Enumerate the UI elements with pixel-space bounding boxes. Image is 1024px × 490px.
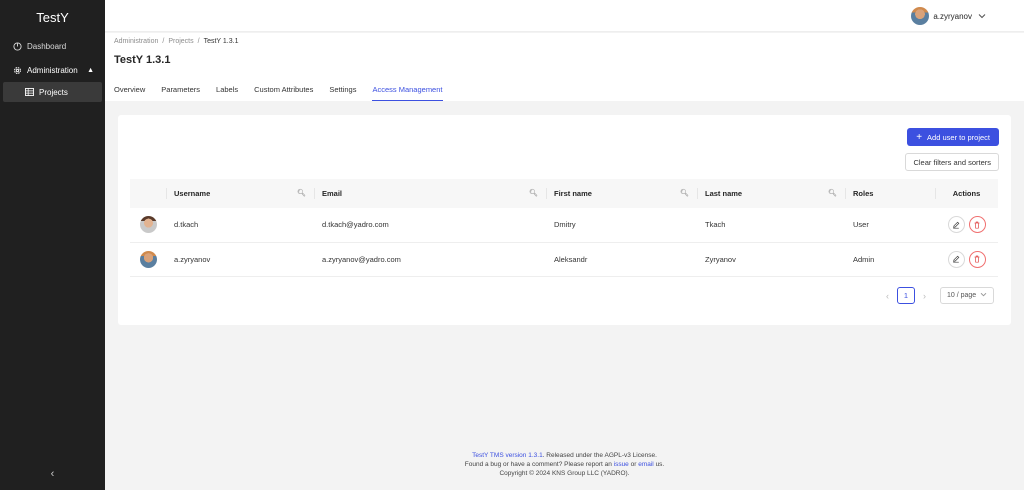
page-size-select[interactable]: 10 / page	[940, 287, 994, 304]
trash-icon	[974, 255, 980, 263]
avatar	[139, 216, 157, 234]
search-icon[interactable]: 🔍︎	[297, 189, 306, 197]
app-logo[interactable]: TestY	[0, 0, 105, 34]
cell-email: d.tkach@yadro.com	[314, 208, 546, 243]
avatar-cell	[130, 242, 166, 277]
table-icon	[25, 88, 34, 97]
delete-button[interactable]	[968, 216, 986, 234]
next-page-button[interactable]: ›	[923, 291, 926, 301]
chevron-left-icon: ‹	[50, 468, 55, 480]
prev-page-button[interactable]: ‹	[886, 291, 889, 301]
tab-settings[interactable]: Settings	[329, 85, 356, 101]
avatar-column-header	[130, 179, 166, 208]
search-icon[interactable]: 🔍︎	[828, 189, 837, 197]
tab-access-management[interactable]: Access Management	[372, 85, 443, 101]
chevron-down-icon	[978, 12, 986, 21]
cell-actions	[935, 242, 998, 277]
cell-first-name: Dmitry	[546, 208, 697, 243]
sidebar-item-label: Projects	[39, 87, 68, 97]
cell-username: d.tkach	[166, 208, 314, 243]
tab-bar: Overview Parameters Labels Custom Attrib…	[114, 85, 459, 101]
column-header-roles: Roles	[845, 179, 935, 208]
pencil-icon	[953, 255, 960, 263]
breadcrumb-separator: /	[162, 38, 165, 45]
footer-line-2: Found a bug or have a comment? Please re…	[464, 461, 665, 468]
pencil-icon	[953, 221, 960, 229]
sidebar-item-administration[interactable]: Administration ▲	[0, 59, 105, 81]
sidebar-item-label: Administration	[27, 65, 78, 75]
table-row: d.tkach d.tkach@yadro.com Dmitry Tkach U…	[130, 208, 998, 243]
edit-button[interactable]	[947, 216, 965, 234]
pagination: ‹ 1 › 10 / page	[878, 287, 994, 304]
cell-actions	[935, 208, 998, 243]
add-user-button[interactable]: + Add user to project	[907, 128, 999, 146]
sidebar-item-dashboard[interactable]: Dashboard	[0, 35, 105, 57]
clear-filters-button[interactable]: Clear filters and sorters	[905, 153, 999, 171]
breadcrumb-projects[interactable]: Projects	[168, 38, 193, 45]
cell-last-name: Tkach	[697, 208, 845, 243]
top-bar: a.zyryanov	[105, 0, 1024, 32]
page-header: Administration / Projects / TestY 1.3.1 Test…	[105, 33, 1024, 101]
collapse-sidebar-button[interactable]: ‹	[0, 468, 105, 480]
search-icon[interactable]: 🔍︎	[529, 189, 538, 197]
page-number[interactable]: 1	[897, 287, 915, 304]
sidebar-item-label: Dashboard	[27, 41, 67, 51]
user-name: a.zyryanov	[933, 11, 972, 21]
access-management-card: + Add user to project Clear filters and …	[118, 115, 1011, 325]
avatar-cell	[130, 208, 166, 243]
avatar	[139, 250, 157, 268]
users-table: Username 🔍︎ Email 🔍︎ First name 🔍︎ Last nam…	[130, 179, 998, 277]
sidebar: TestY Dashboard Administration ▲ Project…	[0, 0, 105, 490]
tab-labels[interactable]: Labels	[216, 85, 238, 101]
table-header-row: Username 🔍︎ Email 🔍︎ First name 🔍︎ Last nam…	[130, 179, 998, 208]
column-header-email[interactable]: Email 🔍︎	[314, 179, 546, 208]
footer-line-1: TestY TMS version 1.3.1. Released under …	[472, 452, 657, 459]
avatar	[911, 7, 930, 25]
tab-parameters[interactable]: Parameters	[161, 85, 200, 101]
version-link[interactable]: TestY TMS version 1.3.1	[472, 452, 543, 459]
cell-role: User	[845, 208, 935, 243]
tab-overview[interactable]: Overview	[114, 85, 145, 101]
column-header-first-name[interactable]: First name 🔍︎	[546, 179, 697, 208]
breadcrumb-current: TestY 1.3.1	[203, 38, 239, 45]
table-row: a.zyryanov a.zyryanov@yadro.com Aleksand…	[130, 242, 998, 277]
edit-button[interactable]	[947, 250, 965, 268]
cell-email: a.zyryanov@yadro.com	[314, 242, 546, 277]
cell-first-name: Aleksandr	[546, 242, 697, 277]
chevron-down-icon	[980, 292, 987, 299]
trash-icon	[974, 221, 980, 229]
user-menu[interactable]: a.zyryanov	[911, 7, 986, 25]
chevron-up-icon: ▲	[87, 66, 94, 74]
footer: TestY TMS version 1.3.1. Released under …	[105, 451, 1024, 478]
column-header-last-name[interactable]: Last name 🔍︎	[697, 179, 845, 208]
cell-role: Admin	[845, 242, 935, 277]
page-title: TestY 1.3.1	[114, 54, 171, 66]
column-header-actions: Actions	[935, 179, 998, 208]
breadcrumb-separator: /	[197, 38, 200, 45]
column-header-username[interactable]: Username 🔍︎	[166, 179, 314, 208]
page-size-value: 10 / page	[947, 292, 977, 299]
breadcrumb: Administration / Projects / TestY 1.3.1	[114, 38, 238, 45]
dashboard-icon	[13, 41, 22, 51]
issue-link[interactable]: issue	[614, 461, 629, 468]
footer-line-3: Copyright © 2024 KNS Group LLC (YADRO).	[499, 470, 630, 477]
delete-button[interactable]	[968, 250, 986, 268]
sidebar-item-projects[interactable]: Projects	[3, 82, 102, 102]
email-link[interactable]: email	[638, 461, 654, 468]
cell-username: a.zyryanov	[166, 242, 314, 277]
breadcrumb-administration[interactable]: Administration	[114, 38, 158, 45]
plus-icon: +	[916, 131, 923, 143]
add-user-label: Add user to project	[927, 132, 990, 142]
tab-custom-attributes[interactable]: Custom Attributes	[254, 85, 313, 101]
search-icon[interactable]: 🔍︎	[680, 189, 689, 197]
cell-last-name: Zyryanov	[697, 242, 845, 277]
gear-icon	[13, 66, 22, 75]
